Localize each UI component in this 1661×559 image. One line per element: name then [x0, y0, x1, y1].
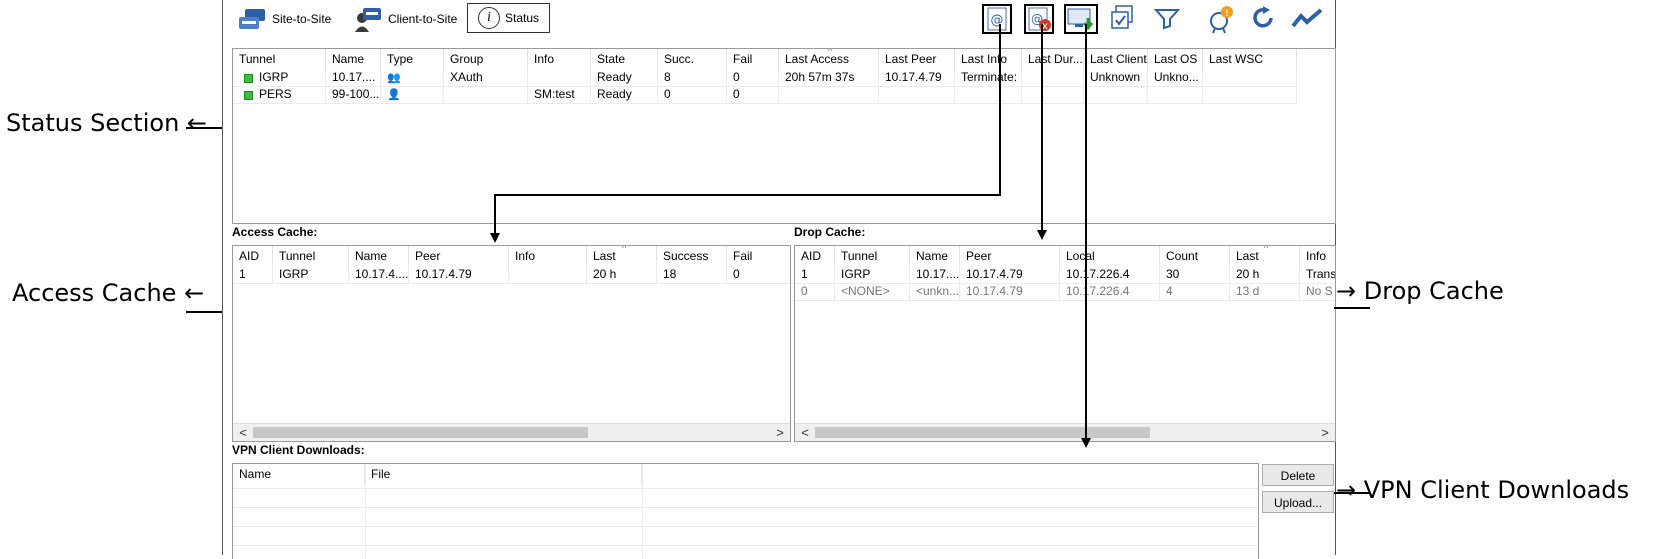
- annotation-arrows: [186, 24, 1370, 494]
